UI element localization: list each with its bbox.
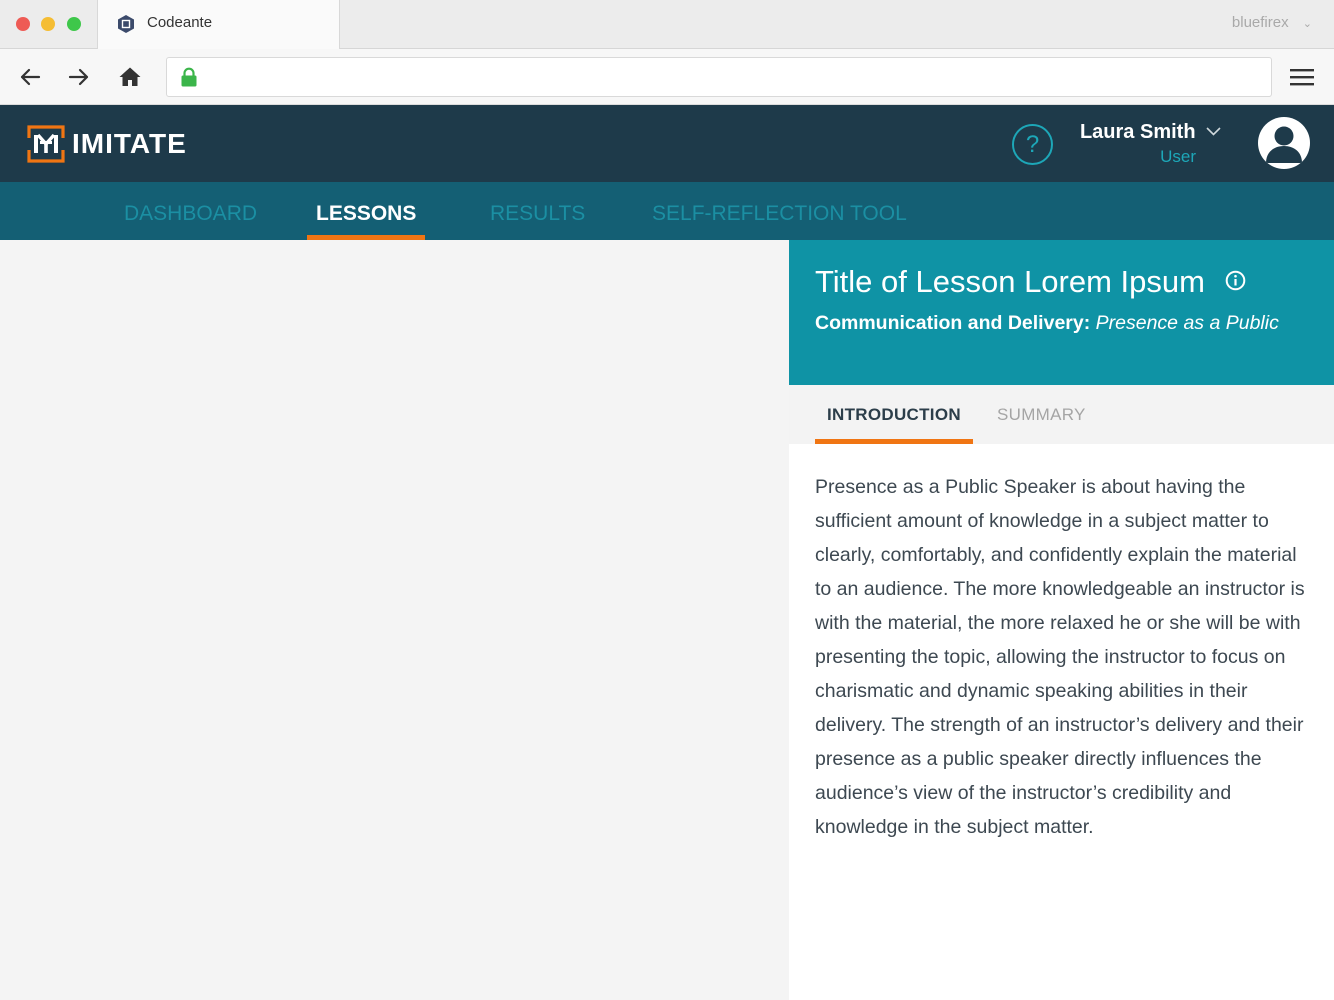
tab-introduction[interactable]: INTRODUCTION (815, 385, 973, 444)
main-nav: DASHBOARD LESSONS RESULTS SELF-REFLECTIO… (0, 182, 1334, 240)
window-close-button[interactable] (16, 17, 30, 31)
browser-toolbar (0, 49, 1334, 105)
lesson-title: Title of Lesson Lorem Ipsum (815, 264, 1205, 299)
browser-profile-menu[interactable]: bluefirex ⌄ (1232, 14, 1312, 31)
browser-tab[interactable]: Codeante (97, 0, 340, 50)
browser-tab-title: Codeante (147, 14, 213, 31)
app-header: IMITATE ? Laura Smith User (0, 105, 1334, 182)
lesson-category: Communication and Delivery: (815, 312, 1091, 334)
user-role: User (1160, 147, 1196, 166)
arrow-left-icon (20, 68, 41, 86)
chevron-down-icon (1206, 127, 1221, 136)
help-button[interactable]: ? (1012, 124, 1053, 165)
tab-summary[interactable]: SUMMARY (997, 385, 1086, 444)
user-menu[interactable]: Laura Smith User (1080, 121, 1221, 167)
favicon-icon (118, 15, 134, 33)
info-icon[interactable] (1225, 270, 1246, 291)
app-logo[interactable]: IMITATE (26, 124, 187, 164)
user-avatar-icon (1266, 126, 1302, 163)
browser-profile-name: bluefirex (1231, 14, 1289, 31)
nav-dashboard[interactable]: DASHBOARD (124, 182, 257, 240)
nav-results[interactable]: RESULTS (490, 182, 585, 240)
logo-text: IMITATE (72, 128, 187, 159)
arrow-right-icon (68, 68, 89, 86)
address-bar[interactable] (166, 57, 1272, 97)
imitate-logo-icon (27, 125, 65, 163)
chevron-down-icon: ⌄ (1302, 18, 1312, 30)
lesson-topic: Presence as a Public (1095, 312, 1279, 334)
hamburger-icon (1290, 69, 1314, 86)
user-name: Laura Smith (1079, 121, 1196, 143)
home-button[interactable] (115, 62, 145, 92)
lesson-title-row: Title of Lesson Lorem Ipsum (815, 264, 1246, 300)
window-minimize-button[interactable] (41, 17, 55, 31)
nav-self-reflection-tool[interactable]: SELF-REFLECTION TOOL (652, 182, 907, 240)
lesson-body-text: Presence as a Public Speaker is about ha… (815, 476, 1305, 838)
browser-tab-bar: Codeante bluefirex ⌄ (0, 0, 1334, 50)
forward-button[interactable] (64, 62, 94, 92)
lesson-tabs: INTRODUCTION SUMMARY (789, 385, 1334, 444)
content-area (0, 240, 789, 1000)
question-icon: ? (1025, 131, 1040, 158)
lesson-panel: Title of Lesson Lorem Ipsum Communicatio… (789, 240, 1334, 1000)
nav-lessons[interactable]: LESSONS (306, 182, 426, 240)
back-button[interactable] (15, 62, 45, 92)
avatar[interactable] (1258, 117, 1310, 169)
browser-menu-button[interactable] (1288, 64, 1316, 90)
lesson-header: Title of Lesson Lorem Ipsum Communicatio… (789, 240, 1334, 385)
lock-icon (181, 67, 197, 87)
window-maximize-button[interactable] (67, 17, 81, 31)
lesson-subtitle: Communication and Delivery: Presence as … (815, 312, 1279, 335)
home-icon (119, 67, 141, 86)
